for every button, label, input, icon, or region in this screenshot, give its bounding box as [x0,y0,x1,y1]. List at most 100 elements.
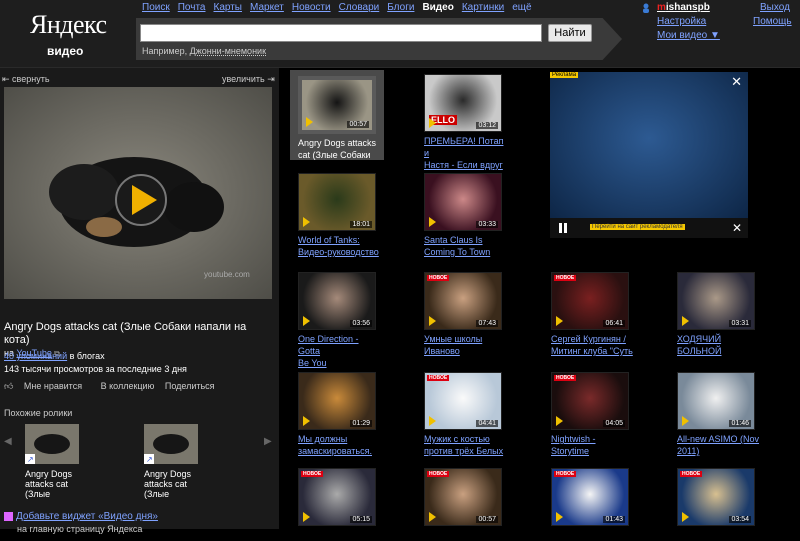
widget-promo: Добавьте виджет «Видео дня» [4,511,158,522]
video-thumbnail[interactable]: НОВОЕ 07:43 [424,272,502,330]
collapse-button[interactable]: ⇤ свернуть [2,74,50,85]
exit-link[interactable]: Выход [760,2,790,13]
yandex-logo[interactable]: Яндекс [30,10,107,40]
video-thumbnail[interactable]: 03:56 [298,272,376,330]
prev-arrow-icon[interactable]: ◀ [4,436,12,447]
similar-item-1[interactable]: Angry Dogs attacks cat (Злые [25,469,85,499]
play-icon [429,416,436,426]
svg-text:↗: ↗ [146,455,153,464]
video-card-title[interactable]: Умные школы Иваново [424,333,508,357]
widget-subtitle: на главную страницу Яндекса [17,524,143,534]
video-thumbnail[interactable]: НОВОЕ 04:41 [424,372,502,430]
video-card-title[interactable]: Сергей Кургинян / Митинг клуба "Суть [551,333,635,357]
new-badge: НОВОЕ [427,471,450,477]
play-icon [682,512,689,522]
help-link[interactable]: Помощь [753,16,792,27]
video-player[interactable]: youtube.com [4,87,272,299]
video-card-title-line: 2011) [677,446,700,456]
similar-thumbnail[interactable]: ↗ [144,424,198,464]
duration-badge: 03:12 [476,122,498,129]
duration-badge: 00:57 [476,516,498,523]
enlarge-button[interactable]: увеличить ⇥ [222,74,275,85]
service-link-images[interactable]: Картинки [462,2,504,13]
video-card-title[interactable]: ХОДЯЧИЙ БОЛЬНОЙ [677,333,761,357]
widget-icon [4,511,13,521]
similar-title-line: Angry Dogs [144,469,192,479]
duration-badge: 03:33 [476,221,498,228]
service-link-maps[interactable]: Карты [214,2,243,13]
advertiser-link[interactable]: Перейти на сайт рекламодателя [590,224,685,230]
share-button[interactable]: Поделиться [165,381,215,391]
play-icon [306,117,313,127]
pause-icon[interactable] [558,223,568,233]
collection-button[interactable]: В коллекцию [101,381,155,391]
video-thumbnail[interactable]: 01:46 [677,372,755,430]
video-thumbnail[interactable]: НОВОЕ 06:41 [551,272,629,330]
user-name[interactable]: mishanspb [657,2,710,13]
video-card-title[interactable]: Santa Claus Is Coming To Town [424,234,508,258]
search-button[interactable]: Найти [548,24,592,42]
service-link-market[interactable]: Маркет [250,2,284,13]
service-link-news[interactable]: Новости [292,2,331,13]
new-badge: НОВОЕ [554,471,577,477]
video-thumbnail[interactable]: НОВОЕ 00:57 [424,468,502,526]
video-card-title[interactable] [298,529,382,541]
service-link-blogs[interactable]: Блоги [387,2,414,13]
video-card-title[interactable]: World of Tanks: Видео-руководство [298,234,382,258]
video-thumbnail[interactable]: НОВОЕ 01:43 [551,468,629,526]
duration-badge: 01:46 [729,420,751,427]
similar-title-line: attacks cat [144,479,188,489]
ad-label: Реклама [550,72,579,78]
video-thumbnail[interactable]: 03:33 [424,173,502,231]
video-card-title-line: Иваново [424,346,460,356]
next-arrow-icon[interactable]: ▶ [264,436,272,447]
similar-thumbnail[interactable]: ↗ [25,424,79,464]
play-icon [556,512,563,522]
settings-link[interactable]: Настройка [657,16,706,27]
video-card-title-line: против трёх Белых [424,446,504,456]
search-example-link[interactable]: Джонни-мнемоник [190,46,266,56]
duration-badge: 04:05 [603,420,625,427]
video-card-title[interactable]: Мы должны замаскироваться. [298,433,382,457]
service-link-dictionaries[interactable]: Словари [339,2,380,13]
video-thumbnail[interactable]: 03:31 [677,272,755,330]
search-example-prefix: Например, [142,46,190,56]
video-thumbnail[interactable]: 01:29 [298,372,376,430]
video-card-title[interactable]: One Direction - Gotta Be You [298,333,382,369]
service-link-search[interactable]: Поиск [142,2,170,13]
duration-badge: 04:41 [476,420,498,427]
video-thumbnail[interactable]: 18:01 [298,173,376,231]
mentions-link[interactable]: 40 упоминаний [4,351,67,361]
video-thumbnail[interactable]: ELLO 03:12 [424,74,502,132]
video-card-title[interactable]: All-new ASIMO (Nov 2011) [677,433,761,457]
video-card-title-line: ПРЕМЬЕРА! Потап и [424,136,504,158]
video-card-title-line: замаскироваться. [298,446,372,456]
video-card-title[interactable] [424,529,508,541]
video-thumbnail[interactable]: НОВОЕ 03:54 [677,468,755,526]
video-thumbnail[interactable]: НОВОЕ 05:15 [298,468,376,526]
like-button[interactable]: 👍︎ Мне нравится [4,381,90,391]
video-card-title[interactable]: Мужик с костью против трёх Белых [424,433,508,457]
video-card-title[interactable] [551,529,635,541]
mute-icon[interactable]: ✕ [732,221,742,235]
search-input[interactable] [140,24,542,42]
video-actions: 👍︎ Мне нравится В коллекцию Поделиться [4,381,223,392]
header: Яндекс видео Поиск Почта Карты Маркет Новост… [0,0,800,68]
new-badge: НОВОЕ [427,275,450,281]
video-card-title[interactable]: Nightwish - Storytime [551,433,635,457]
duration-badge: 01:43 [603,516,625,523]
video-card-title[interactable]: Angry Dogs attacks cat (Злые Собаки [298,137,382,161]
video-card-title[interactable]: ПРЕМЬЕРА! Потап и Настя - Если вдруг [424,135,508,171]
video-thumbnail[interactable]: НОВОЕ 04:05 [551,372,629,430]
service-link-mail[interactable]: Почта [178,2,206,13]
duration-badge: 01:29 [350,420,372,427]
close-icon[interactable]: ✕ [731,74,742,90]
similar-item-2[interactable]: Angry Dogs attacks cat (Злые [144,469,204,499]
video-card-title[interactable] [677,529,761,541]
service-more-link[interactable]: ещё [512,2,531,13]
my-video-link[interactable]: Мои видео ▼ [657,30,720,41]
ad-banner[interactable]: Реклама ✕ Перейти на сайт рекламодателя … [550,72,748,238]
video-card-title-line: Santa Claus Is [424,235,483,245]
video-thumbnail[interactable]: 00:57 [298,76,376,134]
add-widget-link[interactable]: Добавьте виджет «Видео дня» [16,511,158,522]
